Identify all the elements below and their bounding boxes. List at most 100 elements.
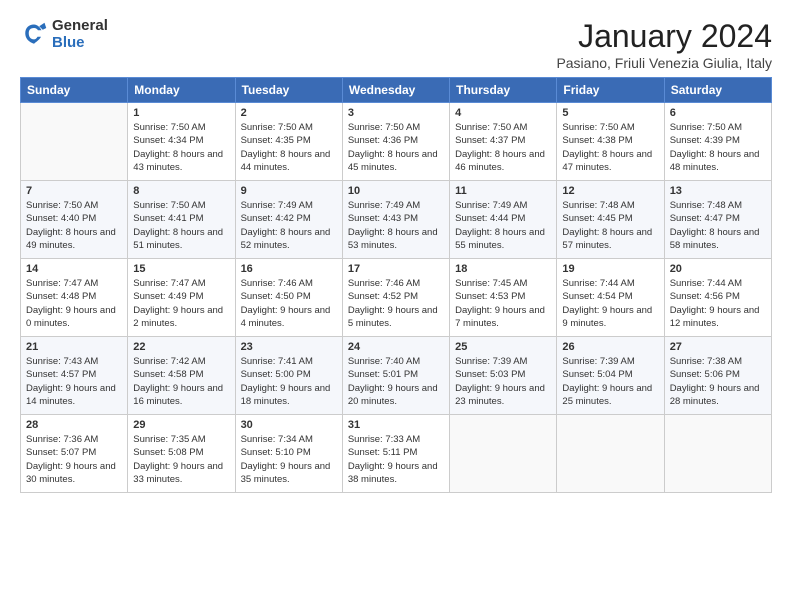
day-number: 4 [455, 107, 551, 119]
calendar-cell: 29 Sunrise: 7:35 AMSunset: 5:08 PMDayligh… [128, 415, 235, 493]
calendar-cell: 11 Sunrise: 7:49 AMSunset: 4:44 PMDayligh… [450, 181, 557, 259]
day-number: 15 [133, 263, 229, 275]
day-info: Sunrise: 7:49 AMSunset: 4:42 PMDaylight:… [241, 199, 337, 252]
day-number: 19 [562, 263, 658, 275]
calendar-cell: 22 Sunrise: 7:42 AMSunset: 4:58 PMDayligh… [128, 337, 235, 415]
calendar-cell: 2Sunrise: 7:50 AMSunset: 4:35 PMDaylight… [235, 103, 342, 181]
calendar-cell [557, 415, 664, 493]
day-info: Sunrise: 7:35 AMSunset: 5:08 PMDaylight:… [133, 433, 229, 486]
day-info: Sunrise: 7:49 AMSunset: 4:43 PMDaylight:… [348, 199, 444, 252]
day-number: 21 [26, 341, 122, 353]
day-info: Sunrise: 7:49 AMSunset: 4:44 PMDaylight:… [455, 199, 551, 252]
day-number: 18 [455, 263, 551, 275]
logo-icon [20, 21, 48, 49]
day-info: Sunrise: 7:46 AMSunset: 4:52 PMDaylight:… [348, 277, 444, 330]
calendar-cell: 12 Sunrise: 7:48 AMSunset: 4:45 PMDayligh… [557, 181, 664, 259]
day-number: 14 [26, 263, 122, 275]
week-row-0: 1 Sunrise: 7:50 AMSunset: 4:34 PMDaylight… [21, 103, 772, 181]
calendar-cell: 10Sunrise: 7:49 AMSunset: 4:43 PMDayligh… [342, 181, 449, 259]
calendar-table: SundayMondayTuesdayWednesdayThursdayFrid… [20, 77, 772, 493]
day-info: Sunrise: 7:46 AMSunset: 4:50 PMDaylight:… [241, 277, 337, 330]
calendar-cell: 16 Sunrise: 7:46 AMSunset: 4:50 PMDayligh… [235, 259, 342, 337]
calendar-cell: 17Sunrise: 7:46 AMSunset: 4:52 PMDayligh… [342, 259, 449, 337]
day-info: Sunrise: 7:38 AMSunset: 5:06 PMDaylight:… [670, 355, 766, 408]
day-number: 24 [348, 341, 444, 353]
day-info: Sunrise: 7:39 AMSunset: 5:03 PMDaylight:… [455, 355, 551, 408]
day-number: 23 [241, 341, 337, 353]
day-number: 16 [241, 263, 337, 275]
header-thursday: Thursday [450, 78, 557, 103]
calendar-cell: 7 Sunrise: 7:50 AMSunset: 4:40 PMDaylight… [21, 181, 128, 259]
day-info: Sunrise: 7:48 AMSunset: 4:45 PMDaylight:… [562, 199, 658, 252]
day-number: 26 [562, 341, 658, 353]
calendar-cell: 13 Sunrise: 7:48 AMSunset: 4:47 PMDayligh… [664, 181, 771, 259]
week-row-2: 14 Sunrise: 7:47 AMSunset: 4:48 PMDayligh… [21, 259, 772, 337]
calendar-cell: 27 Sunrise: 7:38 AMSunset: 5:06 PMDayligh… [664, 337, 771, 415]
day-info: Sunrise: 7:40 AMSunset: 5:01 PMDaylight:… [348, 355, 444, 408]
calendar-cell: 1 Sunrise: 7:50 AMSunset: 4:34 PMDaylight… [128, 103, 235, 181]
day-info: Sunrise: 7:41 AMSunset: 5:00 PMDaylight:… [241, 355, 337, 408]
day-info: Sunrise: 7:36 AMSunset: 5:07 PMDaylight:… [26, 433, 122, 486]
page-container: General Blue January 2024 Pasiano, Friul… [0, 0, 792, 503]
day-info: Sunrise: 7:50 AMSunset: 4:34 PMDaylight:… [133, 121, 229, 174]
day-info: Sunrise: 7:44 AMSunset: 4:54 PMDaylight:… [562, 277, 658, 330]
day-info: Sunrise: 7:50 AMSunset: 4:37 PMDaylight:… [455, 121, 551, 174]
calendar-cell: 5 Sunrise: 7:50 AMSunset: 4:38 PMDaylight… [557, 103, 664, 181]
day-number: 31 [348, 419, 444, 431]
header-row: General Blue January 2024 Pasiano, Friul… [20, 18, 772, 71]
calendar-cell: 20Sunrise: 7:44 AMSunset: 4:56 PMDayligh… [664, 259, 771, 337]
calendar-cell: 9Sunrise: 7:49 AMSunset: 4:42 PMDaylight… [235, 181, 342, 259]
day-info: Sunrise: 7:50 AMSunset: 4:39 PMDaylight:… [670, 121, 766, 174]
day-info: Sunrise: 7:50 AMSunset: 4:35 PMDaylight:… [241, 121, 337, 174]
calendar-cell: 23 Sunrise: 7:41 AMSunset: 5:00 PMDayligh… [235, 337, 342, 415]
header-friday: Friday [557, 78, 664, 103]
day-number: 5 [562, 107, 658, 119]
calendar-cell: 14 Sunrise: 7:47 AMSunset: 4:48 PMDayligh… [21, 259, 128, 337]
calendar-cell: 15 Sunrise: 7:47 AMSunset: 4:49 PMDayligh… [128, 259, 235, 337]
week-row-4: 28 Sunrise: 7:36 AMSunset: 5:07 PMDayligh… [21, 415, 772, 493]
calendar-cell: 6 Sunrise: 7:50 AMSunset: 4:39 PMDaylight… [664, 103, 771, 181]
day-number: 28 [26, 419, 122, 431]
calendar-cell: 26Sunrise: 7:39 AMSunset: 5:04 PMDayligh… [557, 337, 664, 415]
day-info: Sunrise: 7:42 AMSunset: 4:58 PMDaylight:… [133, 355, 229, 408]
calendar-cell: 21Sunrise: 7:43 AMSunset: 4:57 PMDayligh… [21, 337, 128, 415]
header-monday: Monday [128, 78, 235, 103]
logo-text: General Blue [52, 18, 108, 51]
day-info: Sunrise: 7:47 AMSunset: 4:48 PMDaylight:… [26, 277, 122, 330]
calendar-cell: 25 Sunrise: 7:39 AMSunset: 5:03 PMDayligh… [450, 337, 557, 415]
day-info: Sunrise: 7:48 AMSunset: 4:47 PMDaylight:… [670, 199, 766, 252]
day-number: 6 [670, 107, 766, 119]
day-number: 12 [562, 185, 658, 197]
day-info: Sunrise: 7:34 AMSunset: 5:10 PMDaylight:… [241, 433, 337, 486]
day-number: 13 [670, 185, 766, 197]
day-number: 27 [670, 341, 766, 353]
day-info: Sunrise: 7:45 AMSunset: 4:53 PMDaylight:… [455, 277, 551, 330]
day-info: Sunrise: 7:50 AMSunset: 4:38 PMDaylight:… [562, 121, 658, 174]
day-info: Sunrise: 7:50 AMSunset: 4:41 PMDaylight:… [133, 199, 229, 252]
week-row-1: 7 Sunrise: 7:50 AMSunset: 4:40 PMDaylight… [21, 181, 772, 259]
day-number: 29 [133, 419, 229, 431]
calendar-cell: 28 Sunrise: 7:36 AMSunset: 5:07 PMDayligh… [21, 415, 128, 493]
calendar-cell: 31Sunrise: 7:33 AMSunset: 5:11 PMDayligh… [342, 415, 449, 493]
day-number: 22 [133, 341, 229, 353]
day-number: 25 [455, 341, 551, 353]
day-number: 7 [26, 185, 122, 197]
header-tuesday: Tuesday [235, 78, 342, 103]
calendar-cell: 30 Sunrise: 7:34 AMSunset: 5:10 PMDayligh… [235, 415, 342, 493]
week-row-3: 21Sunrise: 7:43 AMSunset: 4:57 PMDayligh… [21, 337, 772, 415]
logo-blue-text: Blue [52, 35, 108, 52]
calendar-cell: 19 Sunrise: 7:44 AMSunset: 4:54 PMDayligh… [557, 259, 664, 337]
calendar-cell: 8Sunrise: 7:50 AMSunset: 4:41 PMDaylight… [128, 181, 235, 259]
calendar-cell [664, 415, 771, 493]
logo-general-text: General [52, 18, 108, 35]
day-info: Sunrise: 7:50 AMSunset: 4:40 PMDaylight:… [26, 199, 122, 252]
day-number: 11 [455, 185, 551, 197]
month-title: January 2024 [556, 18, 772, 55]
day-info: Sunrise: 7:44 AMSunset: 4:56 PMDaylight:… [670, 277, 766, 330]
calendar-cell: 4 Sunrise: 7:50 AMSunset: 4:37 PMDaylight… [450, 103, 557, 181]
day-number: 1 [133, 107, 229, 119]
title-block: January 2024 Pasiano, Friuli Venezia Giu… [556, 18, 772, 71]
day-info: Sunrise: 7:47 AMSunset: 4:49 PMDaylight:… [133, 277, 229, 330]
calendar-cell: 24 Sunrise: 7:40 AMSunset: 5:01 PMDayligh… [342, 337, 449, 415]
day-number: 30 [241, 419, 337, 431]
